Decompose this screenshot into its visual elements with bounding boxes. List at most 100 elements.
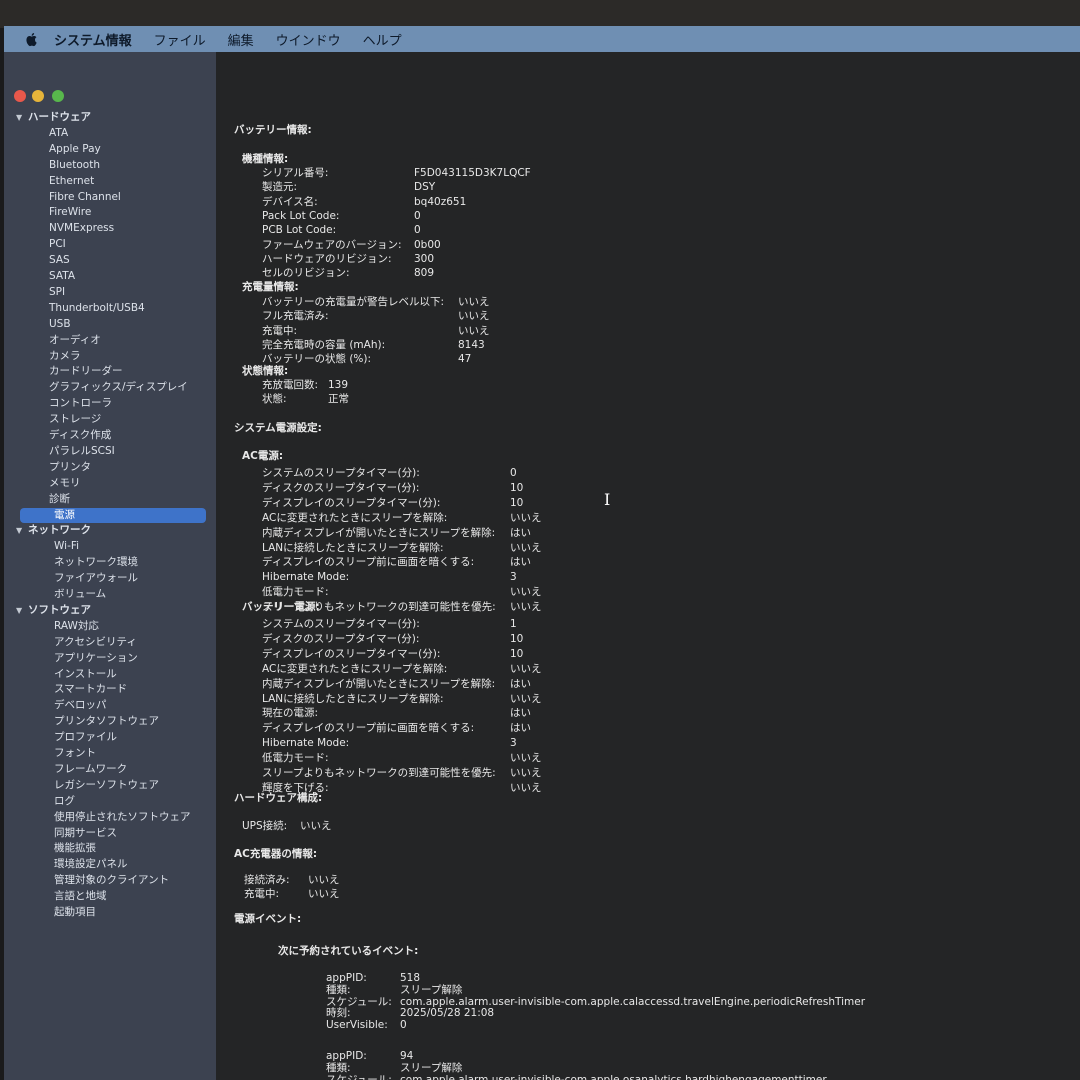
battery-model-row-label: デバイス名: (262, 195, 318, 208)
menu-help[interactable]: ヘルプ (363, 30, 402, 49)
battery-setting-row-label: LANに接続したときにスリープを解除: (262, 692, 444, 705)
battery-setting-row-label: ディスクのスリープタイマー(分): (262, 632, 420, 645)
sidebar-item[interactable]: ログ (54, 794, 75, 809)
sidebar-item[interactable]: SPI (49, 285, 65, 300)
menu-file[interactable]: ファイル (154, 30, 206, 49)
sidebar-item[interactable]: アクセシビリティ (54, 635, 137, 650)
battery-charge-row-value: 8143 (458, 338, 485, 351)
ac-setting-row-label: ディスプレイのスリープタイマー(分): (262, 496, 441, 509)
window-close-button[interactable] (14, 90, 26, 102)
sidebar-item[interactable]: プリンタ (49, 460, 91, 475)
sidebar-item[interactable]: PCI (49, 237, 66, 252)
battery-model-row-label: セルのリビジョン: (262, 267, 350, 280)
sidebar-item[interactable]: Bluetooth (49, 158, 100, 173)
ups-value: いいえ (300, 820, 332, 832)
subsection-title-scheduled-events: 次に予約されているイベント: (278, 945, 419, 957)
sidebar-item[interactable]: SAS (49, 253, 70, 268)
sidebar-item[interactable]: フォント (54, 746, 96, 761)
sidebar-item[interactable]: ネットワーク環境 (54, 555, 138, 570)
sidebar-item[interactable]: ディスク作成 (49, 428, 111, 443)
disclosure-triangle-icon[interactable]: ▼ (16, 603, 28, 618)
menu-app-name[interactable]: システム情報 (54, 30, 132, 49)
battery-setting-row-label: 低電力モード: (262, 752, 329, 765)
sidebar-item[interactable]: デベロッパ (54, 698, 107, 713)
sidebar-section-network[interactable]: ▼ ネットワーク (16, 523, 91, 538)
sidebar-item[interactable]: USB (49, 317, 71, 332)
battery-setting-row-label: システムのスリープタイマー(分): (262, 618, 420, 630)
sidebar-item[interactable]: Apple Pay (49, 142, 101, 157)
sidebar-item[interactable]: FireWire (49, 205, 91, 220)
sidebar-item[interactable]: 同期サービス (54, 826, 117, 841)
battery-setting-row-value: 10 (510, 647, 524, 660)
sidebar-item[interactable]: Ethernet (49, 174, 94, 189)
battery-setting-row-value: はい (510, 722, 531, 735)
sidebar-item[interactable]: ストレージ (49, 412, 101, 427)
sidebar-item[interactable]: ファイアウォール (54, 571, 138, 586)
battery-model-row-value: DSY (414, 181, 436, 194)
battery-model-row-value: bq40z651 (414, 195, 467, 208)
window-minimize-button[interactable] (32, 90, 44, 102)
window-zoom-button[interactable] (52, 90, 64, 102)
battery-charge-row-label: フル充電済み: (262, 310, 329, 323)
battery-model-row-value: 300 (414, 252, 435, 265)
sidebar-item[interactable]: ATA (49, 126, 68, 141)
sidebar-item[interactable]: NVMExpress (49, 221, 114, 236)
ac-setting-row-label: ディスクのスリープタイマー(分): (262, 481, 420, 494)
battery-setting-row-value: 10 (510, 632, 524, 645)
sidebar-item[interactable]: ボリューム (54, 587, 106, 602)
sidebar-item[interactable]: Wi-Fi (54, 539, 79, 554)
battery-setting-row-value: いいえ (510, 752, 542, 765)
battery-setting-row-value: いいえ (510, 781, 542, 794)
screen-bezel (0, 0, 1080, 28)
sidebar-item-selected[interactable]: 電源 (20, 507, 206, 523)
sidebar-item[interactable]: SATA (49, 269, 75, 284)
ac-setting-row-label: ACに変更されたときにスリープを解除: (262, 511, 448, 524)
sidebar-item[interactable]: スマートカード (54, 682, 127, 697)
disclosure-triangle-icon[interactable]: ▼ (16, 523, 28, 538)
sidebar-item[interactable]: Thunderbolt/USB4 (49, 301, 145, 316)
menu-edit[interactable]: 編集 (228, 30, 254, 49)
sidebar-item[interactable]: 機能拡張 (54, 841, 96, 856)
battery-setting-row-label: 現在の電源: (262, 707, 319, 720)
sidebar-item[interactable]: プロファイル (54, 730, 117, 745)
sidebar-item[interactable]: 起動項目 (54, 905, 96, 920)
disclosure-triangle-icon[interactable]: ▼ (16, 110, 28, 125)
ac-setting-row-label: 低電力モード: (262, 586, 329, 599)
subsection-title-battery-power: バッテリー電源: (242, 601, 320, 613)
sidebar-item[interactable]: RAW対応 (54, 619, 99, 634)
battery-status-row-label: 充放電回数: (262, 379, 319, 391)
sidebar-item[interactable]: レガシーソフトウェア (54, 778, 159, 793)
sidebar-item[interactable]: アプリケーション (54, 651, 138, 666)
battery-model-row-label: シリアル番号: (262, 167, 329, 179)
sidebar-item[interactable]: パラレルSCSI (49, 444, 115, 459)
sidebar-item[interactable]: オーディオ (49, 333, 101, 348)
battery-setting-row-value: 1 (510, 618, 517, 630)
sidebar-item[interactable]: コントローラ (49, 396, 112, 411)
battery-setting-row-label: ディスプレイのスリープ前に画面を暗くする: (262, 722, 475, 735)
sidebar-section-hardware[interactable]: ▼ ハードウェア (16, 110, 91, 125)
sidebar-section-label: ハードウェア (28, 111, 91, 123)
sidebar-item[interactable]: プリンタソフトウェア (54, 714, 159, 729)
battery-model-row-label: ハードウェアのリビジョン: (262, 252, 392, 265)
sidebar-item[interactable]: カードリーダー (49, 364, 123, 379)
sidebar-item[interactable]: インストール (54, 667, 117, 682)
menu-window[interactable]: ウインドウ (276, 30, 341, 49)
sidebar-item[interactable]: グラフィックス/ディスプレイ (49, 380, 188, 395)
apple-logo-icon[interactable] (24, 31, 40, 47)
sidebar-item[interactable]: 環境設定パネル (54, 857, 128, 872)
sidebar-item[interactable]: Fibre Channel (49, 190, 121, 205)
sidebar-item[interactable]: 診断 (49, 492, 70, 507)
sidebar-section-software[interactable]: ▼ ソフトウェア (16, 603, 91, 618)
sidebar-section-label: ネットワーク (28, 524, 91, 537)
section-title-battery: バッテリー情報: (234, 124, 312, 136)
sidebar-item[interactable]: メモリ (49, 476, 81, 491)
sidebar-item[interactable]: 管理対象のクライアント (54, 873, 169, 888)
sidebar-item[interactable]: フレームワーク (54, 762, 127, 777)
sidebar-item[interactable]: カメラ (49, 349, 81, 364)
sidebar-item[interactable]: 言語と地域 (54, 889, 107, 904)
battery-charge-row-value: いいえ (458, 310, 490, 323)
screen: システム情報 ファイル 編集 ウインドウ ヘルプ ▼ ハードウェア ATA Apple… (4, 26, 1080, 1080)
battery-setting-row-value: いいえ (510, 692, 542, 705)
sidebar: ▼ ハードウェア ATA Apple Pay Bluetooth Ethernet Fibr… (4, 52, 216, 1080)
sidebar-item[interactable]: 使用停止されたソフトウェア (54, 810, 191, 825)
